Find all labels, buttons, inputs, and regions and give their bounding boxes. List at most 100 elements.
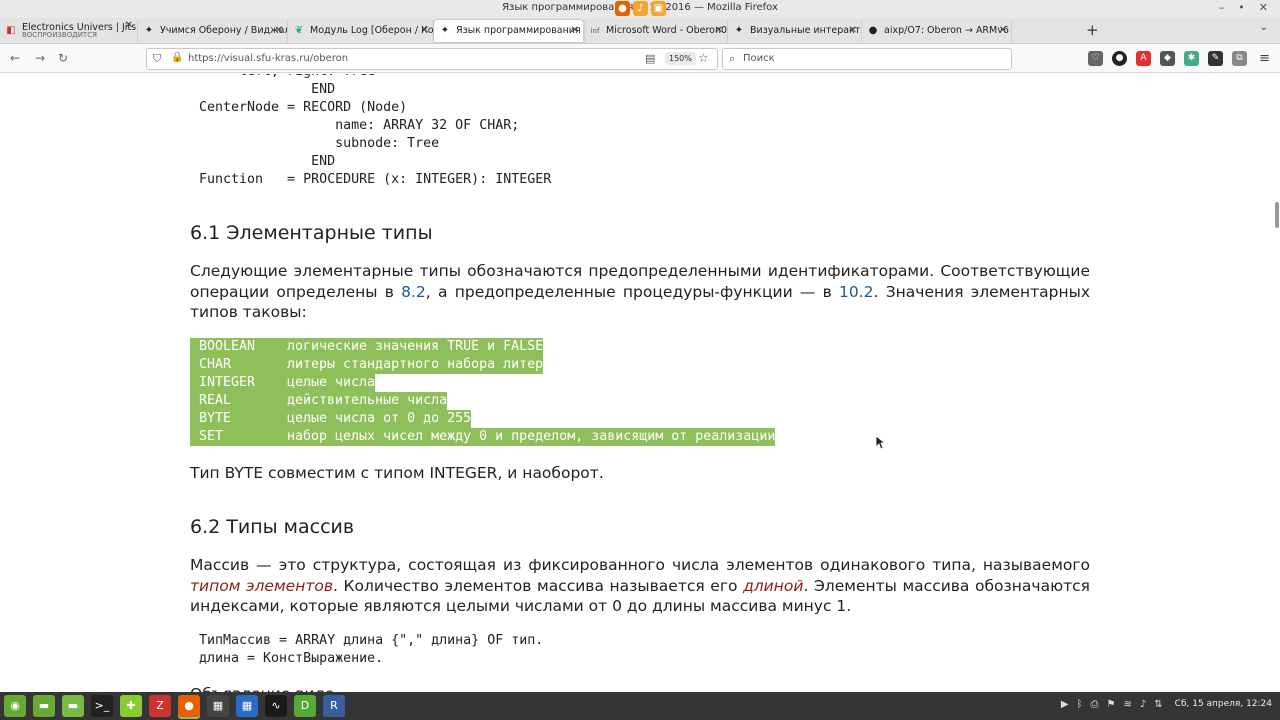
type-description: целые числа от 0 до 255 — [287, 411, 472, 426]
volume-icon[interactable]: ♪ — [1140, 699, 1146, 710]
github-icon: ● — [868, 25, 878, 36]
adblock-icon[interactable]: A — [1136, 51, 1151, 66]
link-10-2[interactable]: 10.2 — [839, 283, 874, 301]
d-app-icon[interactable]: D — [294, 695, 316, 717]
terminal-icon[interactable]: >_ — [91, 695, 113, 717]
nav-toolbar: ← → ↻ ⛉ 🔒 https://visual.sfu-kras.ru/obe… — [0, 45, 1280, 73]
section-heading-6-2: 6.2 Типы массив — [190, 516, 355, 538]
back-icon[interactable]: ← — [10, 51, 20, 65]
zoom-badge[interactable]: 150% — [665, 52, 696, 65]
type-name: REAL — [199, 393, 232, 408]
type-description: действительные числа — [287, 393, 448, 408]
grid-app-icon[interactable]: ▦ — [236, 695, 258, 717]
tab-strip: ◧ Electronics Univers | Jitsi M ВОСПРОИЗВО… — [0, 18, 1280, 44]
tab-close-icon[interactable]: ✕ — [849, 20, 857, 42]
new-tab-icon[interactable]: + — [1086, 21, 1099, 39]
tab-label: Модуль Log [Оберон / Ко — [310, 25, 434, 36]
code-line: name: ARRAY 32 OF CHAR; — [199, 118, 520, 133]
tab-playing-label: ВОСПРОИЗВОДИТСЯ — [22, 31, 97, 39]
mint-menu-icon[interactable]: ◉ — [4, 695, 26, 717]
system-monitor-icon[interactable]: ∿ — [265, 695, 287, 717]
shield-icon[interactable]: ⛉ — [153, 52, 161, 66]
tab-close-icon[interactable]: ✕ — [275, 20, 283, 42]
reload-icon[interactable]: ↻ — [58, 51, 68, 65]
clock[interactable]: Сб, 15 апреля, 12:24 — [1175, 699, 1272, 710]
inf-icon: inf — [590, 27, 600, 35]
type-description: целые числа — [287, 375, 376, 390]
wifi-icon[interactable]: ≋ — [1123, 699, 1131, 710]
folder-icon[interactable]: ▬ — [33, 695, 55, 717]
section-6-2-paragraph: Массив — это структура, состоящая из фик… — [190, 555, 1090, 617]
next-paragraph-cutoff: Объявление вида — [190, 684, 1090, 692]
url-bar[interactable]: ⛉ 🔒 https://visual.sfu-kras.ru/oberon ▤ … — [146, 48, 718, 70]
colorful-extension-icon[interactable]: ✱ — [1184, 51, 1199, 66]
files-icon[interactable]: ▬ — [62, 695, 84, 717]
para-text: Массив — это структура, состоящая из фик… — [190, 556, 1090, 574]
container-icon[interactable]: ● — [1112, 51, 1127, 66]
flag-icon[interactable]: ⚑ — [1107, 699, 1116, 710]
z-app-icon[interactable]: Z — [149, 695, 171, 717]
tab-3[interactable]: ❦ Модуль Log [Оберон / Ко ✕ — [288, 20, 434, 42]
tab-4[interactable]: ✦ Язык программирования ✕ — [434, 20, 584, 42]
search-placeholder: Поиск — [743, 53, 775, 64]
puzzle-icon: ✦ — [440, 25, 450, 36]
scrollbar-thumb[interactable] — [1275, 202, 1279, 228]
camera-icon[interactable]: ▶ — [1061, 699, 1069, 710]
term-element-type: типом элементов — [190, 576, 333, 595]
type-description: литеры стандартного набора литер — [287, 357, 544, 372]
minimize-icon[interactable]: – — [1219, 1, 1225, 14]
r-app-icon[interactable]: R — [323, 695, 345, 717]
gamepad-icon[interactable]: ◆ — [1160, 51, 1175, 66]
tab-2[interactable]: ✦ Учимся Оберону / Виджал ✕ — [138, 20, 288, 42]
pen-extension-icon[interactable]: ✎ — [1208, 51, 1223, 66]
type-name: INTEGER — [199, 375, 256, 390]
tab-6[interactable]: ✦ Визуальные интерактивн✕ — [728, 20, 862, 42]
extensions-icon[interactable]: ⧉ — [1232, 51, 1247, 66]
menu-icon[interactable]: ≡ — [1259, 51, 1270, 66]
puzzle-app-icon[interactable]: ✚ — [120, 695, 142, 717]
term-length: длиной — [743, 576, 804, 595]
pocket-icon[interactable]: ♡ — [1088, 51, 1103, 66]
title-indicators: ● ♪ ▣ — [615, 1, 666, 16]
reader-view-icon[interactable]: ▤ — [645, 52, 655, 65]
tab-close-icon[interactable]: ✕ — [421, 20, 429, 42]
para-text: . Количество элементов массива называетс… — [332, 576, 744, 595]
firefox-taskbar-icon[interactable]: ● — [178, 695, 200, 717]
lock-icon[interactable]: 🔒 — [171, 52, 183, 63]
link-8-2[interactable]: 8.2 — [401, 283, 426, 301]
tab-close-icon[interactable]: ✕ — [999, 20, 1007, 42]
tab-close-icon[interactable]: ✕ — [571, 20, 579, 42]
tab-5[interactable]: inf Microsoft Word - Oberon07 ✕ — [584, 20, 728, 42]
bluetooth-icon[interactable]: ᛒ — [1077, 699, 1083, 710]
search-bar[interactable]: ⌕ Поиск — [722, 48, 1012, 70]
maximize-icon[interactable]: • — [1238, 1, 1245, 14]
leaf-icon: ❦ — [294, 25, 304, 36]
close-icon[interactable]: ✕ — [1259, 1, 1268, 14]
code-line: subnode: Tree — [199, 136, 440, 151]
type-name: BYTE — [199, 411, 232, 426]
byte-note: Тип BYTE совместим с типом INTEGER, и на… — [190, 464, 604, 482]
bookmark-star-icon[interactable]: ☆ — [698, 51, 709, 65]
tab-close-icon[interactable]: ✕ — [715, 20, 723, 42]
url-text[interactable]: https://visual.sfu-kras.ru/oberon — [188, 53, 348, 64]
taskbar: ◉ ▬ ▬ >_ ✚ Z ● ▦ ▦ ∿ D R ▶ ᛒ ⎙ ⚑ ≋ ♪ ⇅ С… — [0, 692, 1280, 720]
forward-icon[interactable]: → — [35, 51, 45, 65]
network-icon[interactable]: ⇅ — [1154, 699, 1162, 710]
array-code-line-2: длина = КонстВыражение. — [199, 651, 384, 666]
code-line: left, right: Tree — [199, 74, 551, 81]
type-description: логические значения TRUE и FALSE — [287, 339, 544, 354]
para-text: , а предопределенные процедуры-функции —… — [425, 282, 840, 301]
printer-icon[interactable]: ⎙ — [1091, 699, 1099, 710]
puzzle-icon: ✦ — [144, 25, 154, 36]
tab-label: aixp/O7: Oberon → ARMv6 — [884, 25, 1009, 36]
tab-close-icon[interactable]: ✕ — [125, 20, 133, 32]
tab-label: Визуальные интерактивн — [750, 25, 861, 36]
tab-1[interactable]: ◧ Electronics Univers | Jitsi M ВОСПРОИЗВО… — [0, 20, 138, 42]
taskbar-apps: ◉ ▬ ▬ >_ ✚ Z ● ▦ ▦ ∿ D R — [4, 695, 345, 717]
code-block-top: left, right: Tree END CenterNode = RECORD… — [199, 74, 551, 189]
calculator-icon[interactable]: ▦ — [207, 695, 229, 717]
screen-share-icon[interactable]: ▣ — [651, 1, 666, 16]
tab-7[interactable]: ● aixp/O7: Oberon → ARMv6 ✕ — [862, 20, 1012, 42]
tab-list-icon[interactable]: ⌄ — [1260, 22, 1268, 33]
microphone-icon[interactable]: ♪ — [633, 1, 648, 16]
